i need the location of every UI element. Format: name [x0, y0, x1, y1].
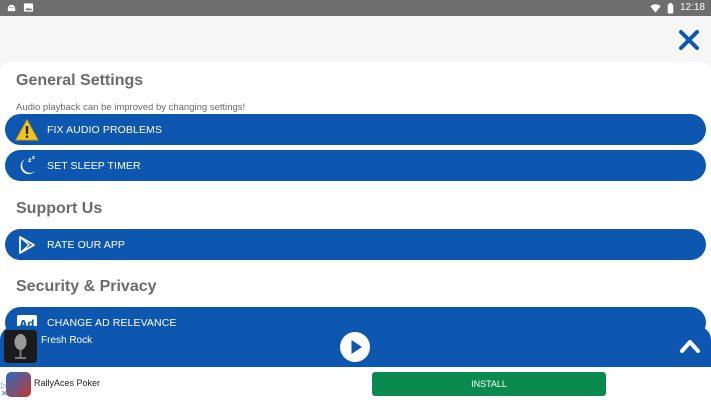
ad-banner: ▷ ✕ RallyAces Poker INSTALL [0, 368, 711, 400]
rate-our-app-label: RATE OUR APP [47, 238, 126, 251]
mini-player[interactable]: Fresh Rock [0, 326, 711, 367]
play-store-icon [9, 229, 45, 260]
section-title-security: Security & Privacy [16, 278, 157, 295]
battery-icon [667, 2, 674, 14]
section-subtitle-general: Audio playback can be improved by changi… [16, 102, 246, 113]
play-icon[interactable] [339, 331, 371, 363]
microphone-icon [4, 330, 37, 363]
moon-sleep-icon: z z [9, 150, 45, 181]
station-title: Fresh Rock [41, 335, 93, 346]
chevron-up-icon[interactable] [679, 337, 701, 355]
image-notification-icon [23, 3, 34, 12]
warning-icon [9, 114, 45, 145]
section-title-support: Support Us [16, 200, 103, 217]
svg-text:z: z [32, 155, 35, 161]
section-title-general: General Settings [16, 72, 144, 89]
album-art [4, 330, 37, 363]
close-icon[interactable] [677, 28, 701, 52]
set-sleep-timer-button[interactable]: z z SET SLEEP TIMER [5, 150, 706, 181]
install-button[interactable]: INSTALL [372, 372, 606, 396]
fix-audio-problems-label: FIX AUDIO PROBLEMS [47, 123, 162, 136]
fix-audio-problems-button[interactable]: FIX AUDIO PROBLEMS [5, 114, 706, 145]
rate-our-app-button[interactable]: RATE OUR APP [5, 229, 706, 260]
android-notification-icon [7, 4, 16, 12]
wifi-icon [650, 3, 661, 13]
ad-app-name[interactable]: RallyAces Poker [34, 378, 100, 388]
set-sleep-timer-label: SET SLEEP TIMER [47, 159, 141, 172]
clock-time: 12:18 [679, 2, 705, 13]
ad-app-icon[interactable] [6, 372, 31, 397]
status-bar: 12:18 [0, 0, 711, 16]
